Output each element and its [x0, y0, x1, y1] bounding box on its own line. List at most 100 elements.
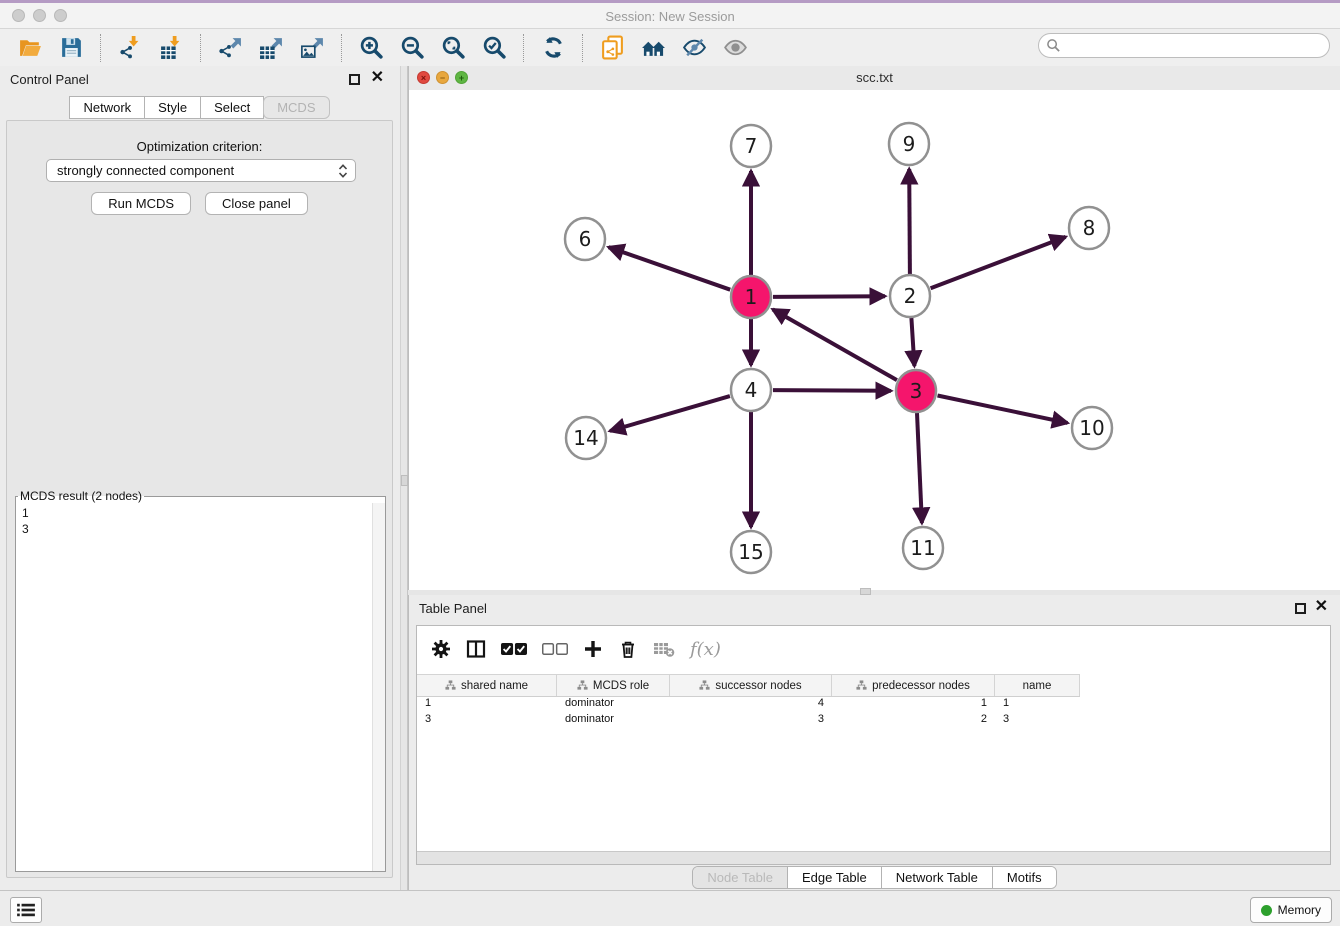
select-none-icon[interactable]	[542, 639, 568, 659]
graph-node-2[interactable]: 2	[890, 275, 930, 317]
tab-select[interactable]: Select	[200, 96, 264, 119]
table-row[interactable]: 1dominator411	[417, 696, 1330, 712]
criterion-select[interactable]: strongly connected component	[46, 159, 356, 182]
graph-node-7[interactable]: 7	[731, 125, 771, 167]
import-network-icon[interactable]	[117, 34, 144, 61]
zoom-in-icon[interactable]	[358, 34, 385, 61]
table-panel-header: Table Panel ✕	[409, 595, 1340, 623]
memory-button[interactable]: Memory	[1250, 897, 1332, 923]
cell-name[interactable]: 3	[995, 712, 1080, 728]
open-file-icon[interactable]	[17, 34, 44, 61]
table-row[interactable]: 3dominator323	[417, 712, 1330, 728]
add-column-icon[interactable]	[583, 639, 603, 659]
network-view-window: × − + scc.txt 7 9 6 8 1 2 4 3 14 10 15 11	[408, 66, 1340, 590]
column-header-name[interactable]: name	[995, 675, 1080, 696]
delete-column-icon[interactable]	[618, 639, 638, 659]
control-panel: Control Panel ✕ NetworkStyleSelectMCDS O…	[0, 66, 400, 890]
cell-shared-name[interactable]: 1	[417, 696, 557, 712]
table-mode-gear-icon[interactable]	[431, 639, 451, 659]
graph-node-14[interactable]: 14	[566, 417, 606, 459]
tab-node-table[interactable]: Node Table	[693, 867, 788, 888]
list-icon	[16, 902, 36, 918]
tab-mcds[interactable]: MCDS	[263, 96, 329, 119]
result-scrollbar[interactable]	[372, 503, 385, 871]
network-canvas[interactable]: 7 9 6 8 1 2 4 3 14 10 15 11	[409, 90, 1340, 590]
float-panel-icon[interactable]	[1295, 603, 1306, 614]
control-panel-header: Control Panel ✕	[0, 66, 400, 94]
graph-node-8[interactable]: 8	[1069, 207, 1109, 249]
cell-shared-name[interactable]: 3	[417, 712, 557, 728]
tab-motifs[interactable]: Motifs	[993, 867, 1056, 888]
tab-network-table[interactable]: Network Table	[882, 867, 993, 888]
cell-predecessor-nodes[interactable]: 2	[832, 712, 995, 728]
toggle-panel-icon[interactable]	[466, 639, 486, 659]
column-header-successor-nodes[interactable]: successor nodes	[670, 675, 832, 696]
graph-node-6[interactable]: 6	[565, 218, 605, 260]
graph-node-9[interactable]: 9	[889, 123, 929, 165]
function-builder-icon[interactable]: f(x)	[690, 639, 721, 660]
zoom-selected-icon[interactable]	[481, 34, 508, 61]
hide-selected-icon[interactable]	[681, 34, 708, 61]
close-panel-button[interactable]: Close panel	[205, 192, 308, 215]
export-table-icon[interactable]	[258, 34, 285, 61]
save-session-icon[interactable]	[58, 34, 85, 61]
export-image-icon[interactable]	[299, 34, 326, 61]
select-all-icon[interactable]	[501, 639, 527, 659]
close-panel-icon[interactable]: ✕	[1315, 598, 1328, 616]
network-view-titlebar: × − + scc.txt	[409, 66, 1340, 91]
zoom-out-icon[interactable]	[399, 34, 426, 61]
splitter-grip[interactable]	[401, 475, 408, 486]
task-history-button[interactable]	[10, 897, 42, 923]
cell-MCDS-role[interactable]: dominator	[557, 696, 670, 712]
svg-text:10: 10	[1079, 416, 1104, 440]
table-hscrollbar[interactable]	[417, 851, 1330, 864]
clone-network-icon[interactable]	[599, 34, 626, 61]
graph-edge-2-3[interactable]	[911, 318, 914, 366]
svg-text:4: 4	[745, 378, 758, 402]
toolbar-icons	[0, 34, 756, 62]
search-input[interactable]	[1038, 33, 1330, 58]
graph-edge-1-6[interactable]	[609, 247, 731, 290]
cell-successor-nodes[interactable]: 4	[670, 696, 832, 712]
graph-edge-2-9[interactable]	[909, 169, 910, 274]
cell-predecessor-nodes[interactable]: 1	[832, 696, 995, 712]
graph-node-10[interactable]: 10	[1072, 407, 1112, 449]
mcds-result-list: 1 3	[16, 503, 372, 871]
column-header-shared-name[interactable]: shared name	[417, 675, 557, 696]
cell-name[interactable]: 1	[995, 696, 1080, 712]
export-network-icon[interactable]	[217, 34, 244, 61]
svg-text:8: 8	[1083, 216, 1096, 240]
import-table-icon[interactable]	[158, 34, 185, 61]
tab-edge-table[interactable]: Edge Table	[788, 867, 882, 888]
graph-edge-3-11[interactable]	[917, 413, 922, 523]
graph-edge-1-2[interactable]	[773, 296, 885, 297]
splitter-grip[interactable]	[860, 588, 871, 595]
run-mcds-button[interactable]: Run MCDS	[91, 192, 191, 215]
graph-edge-4-14[interactable]	[610, 396, 730, 431]
vertical-splitter[interactable]	[400, 66, 408, 890]
delete-table-icon[interactable]	[653, 639, 675, 659]
zoom-fit-icon[interactable]	[440, 34, 467, 61]
graph-edge-2-8[interactable]	[931, 237, 1066, 288]
cell-successor-nodes[interactable]: 3	[670, 712, 832, 728]
column-header-MCDS-role[interactable]: MCDS role	[557, 675, 670, 696]
svg-text:15: 15	[738, 540, 763, 564]
float-panel-icon[interactable]	[349, 74, 360, 85]
graph-edge-3-10[interactable]	[938, 396, 1068, 423]
graph-node-11[interactable]: 11	[903, 527, 943, 569]
svg-text:2: 2	[904, 284, 917, 308]
graph-node-3[interactable]: 3	[896, 370, 936, 412]
first-neighbors-icon[interactable]	[640, 34, 667, 61]
close-panel-icon[interactable]: ✕	[371, 69, 384, 87]
graph-node-15[interactable]: 15	[731, 531, 771, 573]
refresh-layout-icon[interactable]	[540, 34, 567, 61]
tab-style[interactable]: Style	[144, 96, 201, 119]
graph-edge-4-3[interactable]	[773, 390, 891, 391]
show-hidden-icon[interactable]	[722, 34, 749, 61]
column-header-predecessor-nodes[interactable]: predecessor nodes	[832, 675, 995, 696]
tab-network[interactable]: Network	[69, 96, 145, 119]
graph-edge-3-1[interactable]	[773, 309, 897, 380]
graph-node-4[interactable]: 4	[731, 369, 771, 411]
cell-MCDS-role[interactable]: dominator	[557, 712, 670, 728]
graph-node-1[interactable]: 1	[731, 276, 771, 318]
